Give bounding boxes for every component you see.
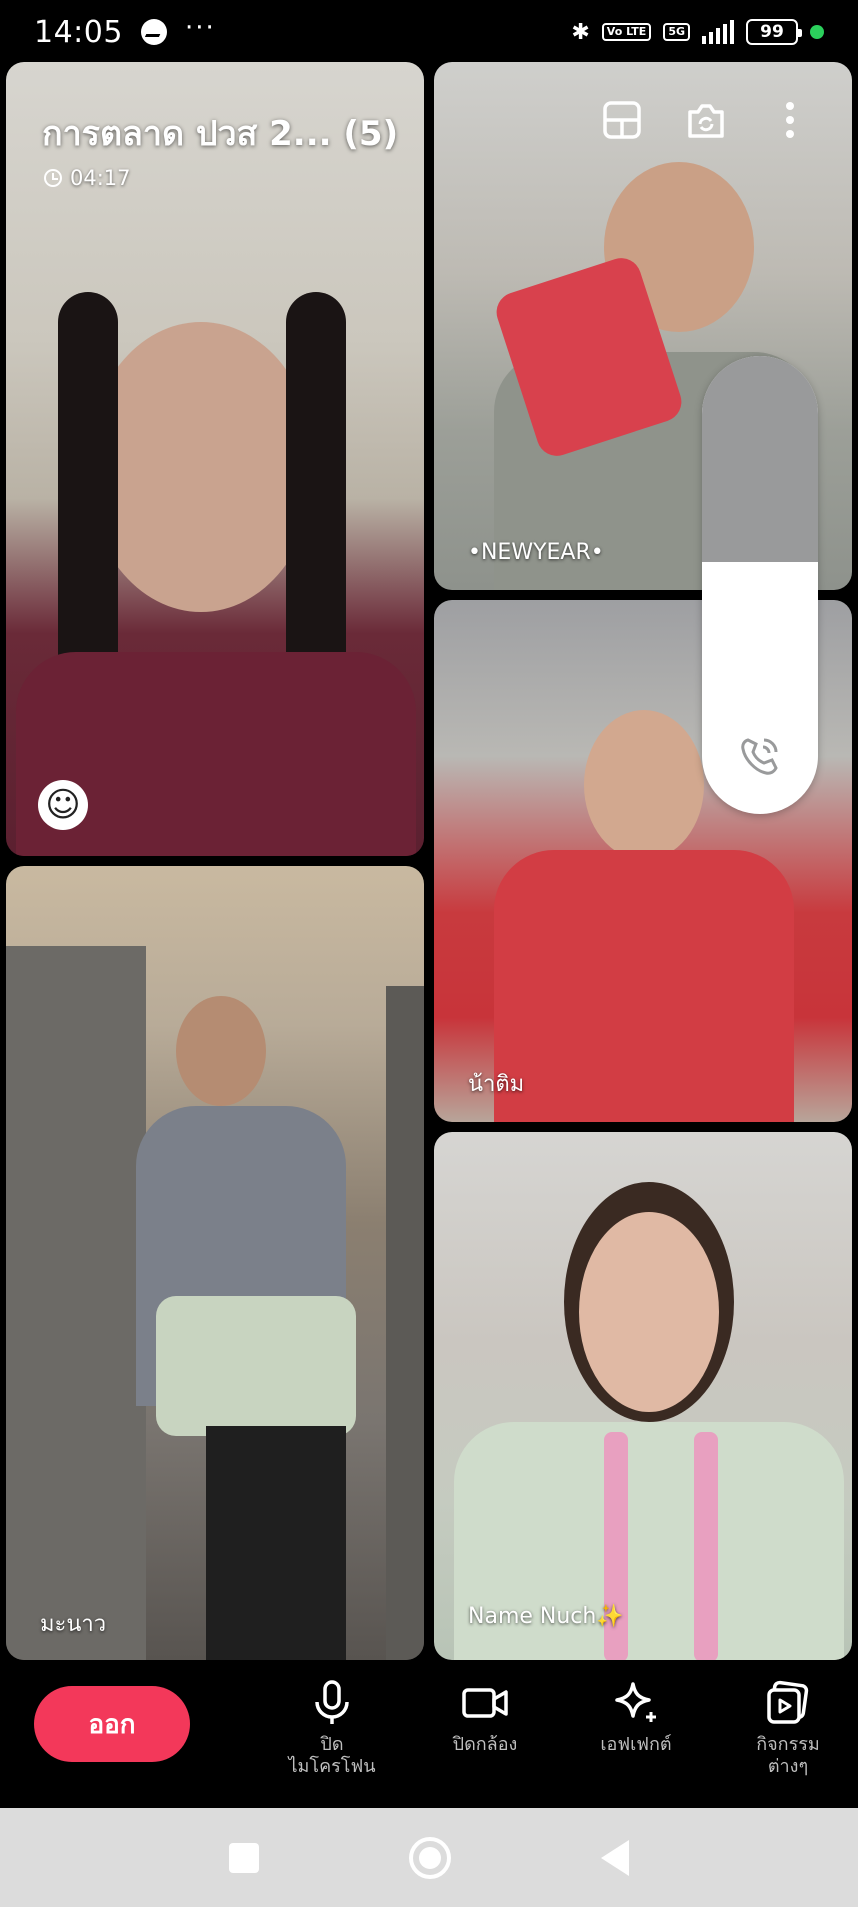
participant-name: น้าติม — [468, 1072, 525, 1097]
held-item — [156, 1296, 356, 1436]
participant-face — [584, 710, 704, 860]
messenger-icon — [140, 19, 167, 45]
status-time: 14:05 — [34, 14, 123, 50]
call-volume-icon — [738, 734, 782, 778]
participant-name: •NEWYEAR• — [468, 540, 604, 565]
call-title: การตลาด ปวส 2... (5) — [42, 114, 399, 154]
call-timer-value: 04:17 — [70, 166, 131, 190]
call-top-controls — [600, 98, 830, 142]
volume-slider[interactable] — [702, 356, 818, 814]
volume-slider-track — [702, 356, 818, 562]
video-tile-self[interactable]: การตลาด ปวส 2... (5) 04:17 ☺ — [6, 62, 424, 856]
more-options-icon[interactable] — [768, 98, 812, 142]
effects-button[interactable]: เอฟเฟกต์ — [566, 1680, 706, 1756]
clock-icon — [44, 169, 62, 187]
mute-mic-button[interactable]: ปิด ไมโครโฟน — [262, 1680, 402, 1778]
home-button[interactable] — [409, 1836, 451, 1879]
video-tile-participant[interactable]: Name Nuch✨ — [434, 1132, 852, 1660]
video-camera-icon — [462, 1680, 508, 1726]
store-shelf — [386, 986, 424, 1660]
participant-name: มะนาว — [40, 1612, 107, 1637]
lanyard — [694, 1432, 718, 1660]
video-tile-participant[interactable]: มะนาว — [6, 866, 424, 1660]
battery-icon: 99 — [746, 19, 802, 45]
back-button[interactable] — [601, 1839, 629, 1876]
participant-name: Name Nuch✨ — [468, 1604, 624, 1629]
call-timer: 04:17 — [44, 166, 131, 190]
battery-level: 99 — [760, 22, 784, 42]
layout-icon[interactable] — [600, 98, 644, 142]
activities-button[interactable]: กิจกรรม ต่างๆ — [718, 1680, 858, 1778]
participant-body — [494, 850, 794, 1122]
participant-face — [176, 996, 266, 1106]
participant-face — [86, 322, 316, 612]
microphone-icon — [309, 1680, 355, 1726]
participant-face — [579, 1212, 719, 1412]
system-nav-bar — [0, 1808, 858, 1907]
signal-icon — [702, 20, 734, 44]
recents-button[interactable] — [229, 1842, 259, 1873]
participant-legs — [206, 1426, 346, 1660]
activities-icon — [765, 1680, 811, 1726]
status-bar: 14:05 ··· ✱ Vo LTE 5G 99 — [0, 0, 858, 64]
more-notifications-icon: ··· — [184, 13, 216, 43]
effects-label: เอฟเฟกต์ — [600, 1734, 672, 1755]
bluetooth-icon: ✱ — [571, 19, 590, 45]
reaction-emoji-button[interactable]: ☺ — [38, 780, 88, 830]
volte-badge: Vo LTE — [601, 23, 652, 41]
privacy-indicator-icon — [810, 25, 824, 39]
camera-off-button[interactable]: ปิดกล้อง — [415, 1680, 555, 1756]
flip-camera-icon[interactable] — [684, 98, 728, 142]
sparkle-icon — [613, 1680, 659, 1726]
store-shelf — [6, 946, 146, 1660]
activities-label: กิจกรรม ต่างๆ — [756, 1734, 820, 1777]
mute-mic-label: ปิด ไมโครโฟน — [288, 1734, 376, 1777]
leave-call-button[interactable]: ออก — [34, 1686, 190, 1762]
camera-off-label: ปิดกล้อง — [452, 1734, 518, 1755]
call-controls: ออก ปิด ไมโครโฟน ปิดกล้อง เอฟเฟกต์ กิจกร… — [0, 1668, 858, 1808]
network-badge: 5G — [663, 23, 690, 41]
